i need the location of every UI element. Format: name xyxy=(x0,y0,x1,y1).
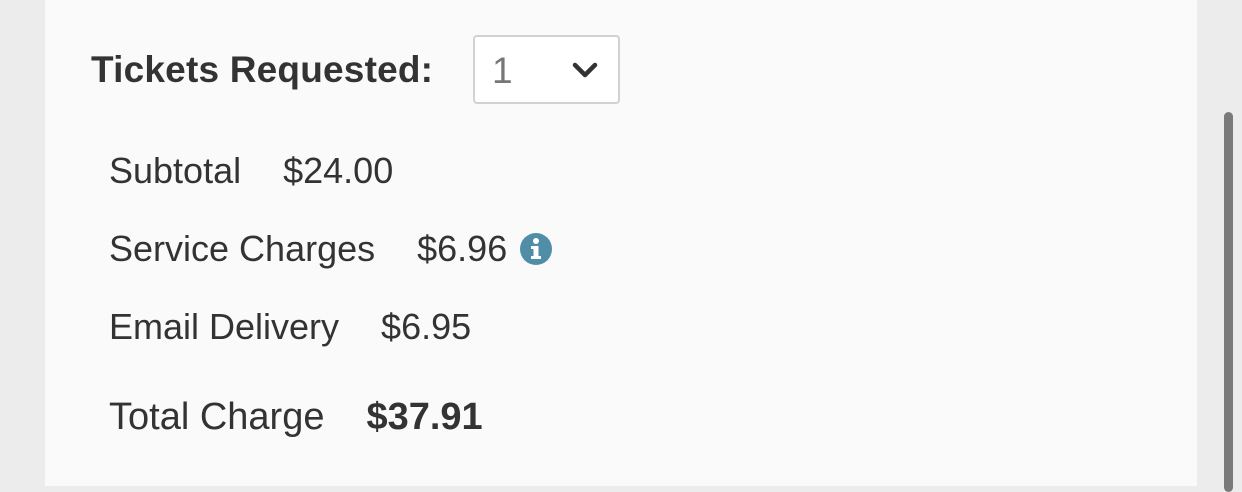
email-delivery-row: Email Delivery $6.95 xyxy=(109,304,471,350)
subtotal-label: Subtotal xyxy=(109,150,242,191)
subtotal-row: Subtotal $24.00 xyxy=(109,148,393,194)
email-delivery-value: $6.95 xyxy=(381,306,472,347)
total-charge-value: $37.91 xyxy=(366,395,483,438)
total-charge-label: Total Charge xyxy=(109,395,325,438)
service-charges-row: Service Charges $6.96 xyxy=(109,226,553,272)
tickets-requested-label: Tickets Requested: xyxy=(91,49,434,90)
info-circle-icon[interactable] xyxy=(519,232,553,266)
scrollbar-thumb[interactable] xyxy=(1224,112,1233,492)
ticket-quantity-select[interactable]: 1 xyxy=(473,35,620,104)
subtotal-value: $24.00 xyxy=(283,150,394,191)
chevron-down-icon xyxy=(572,62,598,78)
service-charges-value: $6.96 xyxy=(417,228,508,269)
email-delivery-label: Email Delivery xyxy=(109,306,340,347)
tickets-requested-row: Tickets Requested: xyxy=(91,35,433,105)
service-charges-label: Service Charges xyxy=(109,228,376,269)
total-charge-row: Total Charge $37.91 xyxy=(109,393,483,441)
ticket-quantity-value: 1 xyxy=(492,50,513,91)
